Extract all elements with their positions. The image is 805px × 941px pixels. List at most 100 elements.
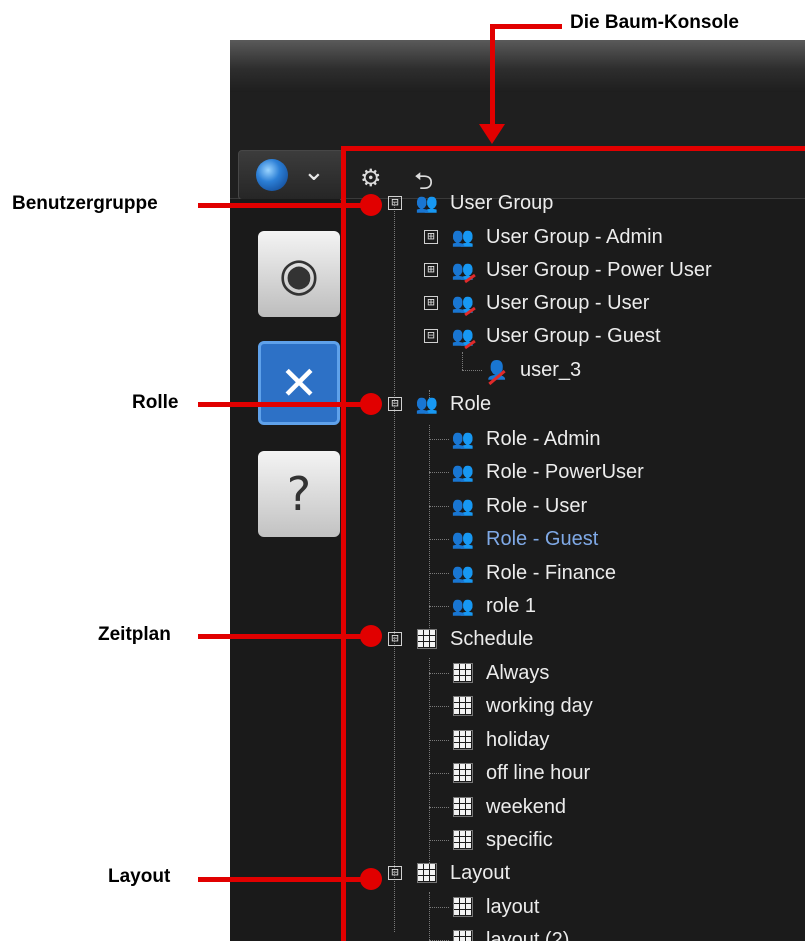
schedule-grid-icon xyxy=(414,627,440,651)
chevron-down-icon: ⌄ xyxy=(303,157,325,187)
tree-node-user-group[interactable]: ⊟ 👥 User Group xyxy=(388,188,553,218)
tree-node-label: User Group - User xyxy=(486,291,650,314)
tree-node-role-finance[interactable]: 👥 Role - Finance xyxy=(450,558,616,588)
tree-node-label: Role - Guest xyxy=(486,527,599,550)
collapse-toggle[interactable]: ⊟ xyxy=(388,397,402,411)
collapse-toggle[interactable]: ⊟ xyxy=(388,196,402,210)
schedule-grid-icon xyxy=(450,761,476,785)
role-icon: 👥 xyxy=(451,461,475,483)
tree-node-label: Layout xyxy=(450,861,511,884)
schedule-grid-icon xyxy=(450,728,476,752)
schedule-grid-icon xyxy=(450,661,476,685)
layout-grid-icon xyxy=(414,861,440,885)
tree-node-label: Schedule xyxy=(450,627,534,650)
tree-node-label: Role - PowerUser xyxy=(486,460,644,483)
tree-node-label: Role - User xyxy=(486,494,588,517)
tree-node-layout[interactable]: ⊟ Layout xyxy=(388,858,510,888)
tree-node-schedule[interactable]: ⊟ Schedule xyxy=(388,624,533,654)
tree-node-label: Always xyxy=(486,661,550,684)
tree-node-label: specific xyxy=(486,828,553,851)
schedule-grid-icon xyxy=(450,795,476,819)
schedule-grid-icon xyxy=(450,828,476,852)
user-group-icon: 👥 xyxy=(415,192,439,214)
expand-toggle[interactable]: ⊞ xyxy=(424,263,438,277)
tree-node-label: Role - Admin xyxy=(486,427,601,450)
expand-toggle[interactable]: ⊞ xyxy=(424,296,438,310)
tree-console: ⊟ 👥 User Group ⊞ 👥 User Group - Admin ⊞ … xyxy=(362,170,805,941)
callout-role: Rolle xyxy=(132,392,179,413)
tree-node-schedule-specific[interactable]: specific xyxy=(450,825,553,855)
expand-toggle[interactable]: ⊞ xyxy=(424,230,438,244)
callout-layout: Layout xyxy=(108,866,171,887)
role-icon: 👥 xyxy=(451,595,475,617)
tree-node-label: layout (2) xyxy=(486,928,570,941)
tree-node-role-user[interactable]: 👥 Role - User xyxy=(450,491,587,521)
tree-node-label: User Group - Guest xyxy=(486,324,661,347)
callout-dot-schedule xyxy=(360,625,382,647)
collapse-toggle[interactable]: ⊟ xyxy=(424,329,438,343)
tree-node-role[interactable]: ⊟ 👥 Role xyxy=(388,389,491,419)
tree-node-label: Role xyxy=(450,392,492,415)
server-view-icon[interactable]: ◉ xyxy=(258,231,340,317)
role-icon: 👥 xyxy=(451,495,475,517)
tree-node-layout-2[interactable]: layout (2) xyxy=(450,925,569,941)
collapse-toggle[interactable]: ⊟ xyxy=(388,866,402,880)
tree-node-label: weekend xyxy=(486,795,567,818)
user-group-icon: 👥 xyxy=(451,226,475,248)
app-window: ⌄ ⚙ ⮌ ◉ ✕ ? ⊟ 👥 User Group ⊞ 👥 User Grou… xyxy=(230,40,805,941)
role-icon: 👥 xyxy=(451,562,475,584)
tree-node-schedule-weekend[interactable]: weekend xyxy=(450,792,566,822)
tree-node-layout-1[interactable]: layout xyxy=(450,892,539,922)
tree-node-label: User Group - Admin xyxy=(486,225,663,248)
callout-dot-user-group xyxy=(360,194,382,216)
schedule-grid-icon xyxy=(450,694,476,718)
sidebar: ◉ ✕ ? xyxy=(230,199,340,941)
tree-node-schedule-off-line-hour[interactable]: off line hour xyxy=(450,758,590,788)
callout-tree-console: Die Baum-Konsole xyxy=(570,12,739,33)
tree-node-label: layout xyxy=(486,895,540,918)
user-group-restricted-icon: 👥 xyxy=(451,292,475,314)
help-card-icon[interactable]: ? xyxy=(258,451,340,537)
tree-node-role-admin[interactable]: 👥 Role - Admin xyxy=(450,424,601,454)
tree-node-role-1[interactable]: 👥 role 1 xyxy=(450,591,536,621)
layout-grid-icon xyxy=(450,895,476,919)
tree-node-schedule-always[interactable]: Always xyxy=(450,658,549,688)
tree-node-label: off line hour xyxy=(486,761,591,784)
globe-dropdown-button[interactable]: ⌄ xyxy=(238,150,344,200)
tools-icon[interactable]: ✕ xyxy=(258,341,340,425)
tree-node-label: user_3 xyxy=(520,358,582,381)
callout-line-layout xyxy=(198,877,370,882)
tree-node-user-3[interactable]: 👤 user_3 xyxy=(484,355,581,385)
callout-dot-layout xyxy=(360,868,382,890)
role-icon: 👥 xyxy=(451,528,475,550)
callout-dot-role xyxy=(360,393,382,415)
tree-node-user-group-user[interactable]: ⊞ 👥 User Group - User xyxy=(424,288,649,318)
tree-node-schedule-holiday[interactable]: holiday xyxy=(450,725,549,755)
tree-node-user-group-admin[interactable]: ⊞ 👥 User Group - Admin xyxy=(424,222,663,252)
layout-grid-icon xyxy=(450,928,476,941)
tree-node-label: holiday xyxy=(486,728,550,751)
tree-console-arrow-tail xyxy=(490,24,562,29)
tree-node-schedule-working-day[interactable]: working day xyxy=(450,691,593,721)
role-icon: 👥 xyxy=(415,393,439,415)
tree-node-role-poweruser[interactable]: 👥 Role - PowerUser xyxy=(450,457,644,487)
title-bar xyxy=(230,40,805,92)
callout-line-role xyxy=(198,402,370,407)
role-icon: 👥 xyxy=(451,428,475,450)
tree-node-role-guest[interactable]: 👥 Role - Guest xyxy=(450,524,598,554)
callout-line-schedule xyxy=(198,634,370,639)
user-group-restricted-icon: 👥 xyxy=(451,259,475,281)
collapse-toggle[interactable]: ⊟ xyxy=(388,632,402,646)
tree-console-frame-left xyxy=(341,146,346,941)
tree-node-label: working day xyxy=(486,694,593,717)
tree-node-label: User Group - Power User xyxy=(486,258,712,281)
tree-node-label: User Group xyxy=(450,191,554,214)
tree-node-user-group-power-user[interactable]: ⊞ 👥 User Group - Power User xyxy=(424,255,712,285)
tree-console-frame-top xyxy=(341,146,805,151)
globe-icon xyxy=(256,159,288,191)
tree-node-user-group-guest[interactable]: ⊟ 👥 User Group - Guest xyxy=(424,321,661,351)
callout-user-group: Benutzergruppe xyxy=(12,193,158,214)
user-group-restricted-icon: 👥 xyxy=(451,325,475,347)
tree-console-arrow-shaft xyxy=(490,26,495,138)
callout-schedule: Zeitplan xyxy=(98,624,171,645)
